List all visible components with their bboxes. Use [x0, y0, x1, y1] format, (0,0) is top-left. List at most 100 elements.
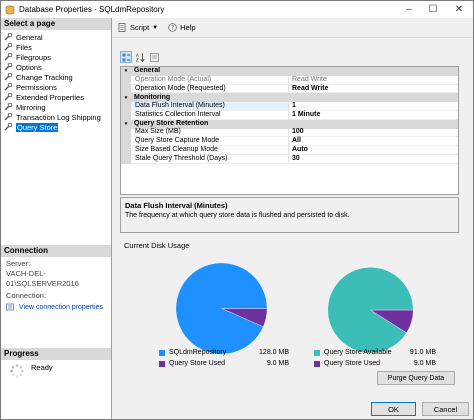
description-text: The frequency at which query store data … — [125, 212, 350, 219]
legend-value: 91.0 MB — [409, 349, 436, 356]
page-wrench-icon — [4, 83, 13, 91]
grid-category-monitoring[interactable]: ▾ Monitoring — [121, 93, 458, 103]
help-button[interactable]: ? Help — [168, 23, 196, 32]
database-icon — [5, 5, 15, 14]
close-button[interactable]: ✕ — [447, 1, 471, 18]
view-connection-properties-link[interactable]: View connection properties — [6, 303, 103, 312]
property-value[interactable]: Read Write — [289, 85, 458, 94]
category-label: Query Store Retention — [134, 120, 209, 128]
progress-spinner-icon — [10, 364, 24, 378]
legend-entry: SQLdmRepository 128.0 MB — [159, 347, 289, 358]
property-value[interactable]: Auto — [289, 146, 458, 155]
property-value[interactable]: 1 — [289, 102, 458, 111]
page-wrench-icon — [4, 43, 13, 51]
script-label: Script — [130, 23, 150, 32]
categorized-button[interactable] — [120, 51, 132, 63]
grid-row[interactable]: Size Based Cleanup Mode Auto — [121, 146, 458, 155]
page-item-files[interactable]: Files — [1, 42, 111, 52]
page-item-label: Files — [16, 42, 32, 52]
legend-label: Query Store Used — [169, 360, 226, 367]
categorized-icon — [122, 53, 130, 61]
page-item-change-tracking[interactable]: Change Tracking — [1, 72, 111, 82]
property-name: Statistics Collection Interval — [131, 111, 289, 120]
page-item-general[interactable]: General — [1, 32, 111, 42]
property-name: Size Based Cleanup Mode — [131, 146, 289, 155]
page-wrench-icon — [4, 93, 13, 101]
toolbar: Script ▼ ? Help — [112, 18, 473, 38]
legend-swatch — [159, 360, 165, 367]
database-properties-window: Database Properties - SQLdmRepository – … — [0, 0, 474, 420]
property-value[interactable]: 100 — [289, 128, 458, 138]
property-value: Read Write — [289, 76, 458, 85]
page-item-label: Extended Properties — [16, 92, 84, 102]
page-item-options[interactable]: Options — [1, 62, 111, 72]
purge-query-data-button[interactable]: Purge Query Data — [377, 371, 455, 385]
page-wrench-icon — [4, 53, 13, 61]
disk-usage-panel: Current Disk Usage SQLdmRepository 128.0 … — [120, 241, 459, 391]
grid-row[interactable]: Query Store Capture Mode All — [121, 137, 458, 147]
page-item-label: Change Tracking — [16, 72, 73, 82]
query-store-legend: Query Store Available 91.0 MB Query Store … — [314, 347, 436, 369]
database-size-legend: SQLdmRepository 128.0 MB Query Store Used 9… — [159, 347, 289, 369]
progress-status: Ready — [31, 363, 53, 372]
page-item-label: Mirroring — [16, 102, 46, 112]
property-value[interactable]: 1 Minute — [289, 111, 458, 120]
page-item-label: Filegroups — [16, 52, 52, 62]
ok-button[interactable]: OK — [371, 402, 416, 416]
connection-properties-icon — [6, 303, 14, 311]
grid-row[interactable]: Statistics Collection Interval 1 Minute — [121, 111, 458, 120]
connection-header: Connection — [1, 245, 111, 257]
page-item-label: Query Store — [16, 122, 59, 132]
grid-row[interactable]: Stale Query Threshold (Days) 30 — [121, 155, 458, 164]
page-item-permissions[interactable]: Permissions — [1, 82, 111, 92]
left-pane: Select a page General Files Filegroups Opti… — [1, 18, 112, 419]
server-value: VACH-DEL-01\SQLSERVER2016 — [6, 269, 79, 288]
page-item-filegroups[interactable]: Filegroups — [1, 52, 111, 62]
page-item-transaction-log-shipping[interactable]: Transaction Log Shipping — [1, 112, 111, 122]
grid-row[interactable]: Operation Mode (Requested) Read Write — [121, 85, 458, 94]
minimize-button[interactable]: – — [397, 1, 421, 18]
row-gutter — [121, 110, 131, 120]
connection-label: Connection: — [6, 291, 47, 300]
pie2-slice-query-store-available — [327, 267, 414, 353]
script-icon — [118, 23, 126, 32]
grid-row[interactable]: Data Flush Interval (Minutes) 1 — [121, 102, 458, 111]
page-wrench-icon — [4, 63, 13, 71]
property-value[interactable]: All — [289, 137, 458, 147]
legend-label: Query Store Used — [324, 360, 381, 367]
script-button[interactable]: Script ▼ — [118, 23, 158, 32]
page-wrench-icon — [4, 123, 13, 131]
script-dropdown-icon[interactable]: ▼ — [152, 25, 158, 31]
page-item-extended-properties[interactable]: Extended Properties — [1, 92, 111, 102]
page-item-mirroring[interactable]: Mirroring — [1, 102, 111, 112]
legend-value: 9.0 MB — [266, 360, 289, 367]
property-pages-icon — [149, 52, 159, 62]
legend-value: 128.0 MB — [259, 349, 289, 356]
property-value[interactable]: 30 — [289, 155, 458, 164]
maximize-button[interactable]: ☐ — [421, 1, 445, 18]
grid-row[interactable]: Max Size (MB) 100 — [121, 128, 458, 138]
grid-category-general[interactable]: ▾ General — [121, 67, 458, 76]
legend-value: 9.0 MB — [413, 360, 436, 367]
page-item-label: Options — [16, 62, 42, 72]
svg-text:Z: Z — [136, 57, 139, 61]
cancel-button[interactable]: Cancel — [422, 402, 469, 416]
legend-label: SQLdmRepository — [169, 349, 227, 356]
grid-category-query-store-retention[interactable]: ▾ Query Store Retention — [121, 119, 458, 129]
title-bar: Database Properties - SQLdmRepository – … — [1, 1, 473, 18]
property-pages-button[interactable] — [148, 51, 160, 63]
database-size-pie-chart — [175, 262, 268, 355]
property-grid-toolbar: A Z — [120, 51, 162, 63]
page-item-label: General — [16, 32, 43, 42]
property-description: Data Flush Interval (Minutes) The freque… — [120, 197, 459, 233]
property-grid: ▾ General Operation Mode (Actual) Read Writ… — [120, 66, 459, 195]
row-gutter — [121, 128, 131, 138]
collapse-icon[interactable]: ▾ — [121, 119, 131, 129]
legend-entry: Query Store Used 9.0 MB — [314, 358, 436, 369]
collapse-icon[interactable]: ▾ — [121, 67, 131, 76]
alphabetical-button[interactable]: A Z — [134, 51, 146, 63]
collapse-icon[interactable]: ▾ — [121, 93, 131, 103]
page-wrench-icon — [4, 73, 13, 81]
grid-row[interactable]: Operation Mode (Actual) Read Write — [121, 76, 458, 85]
page-item-query-store[interactable]: Query Store — [1, 122, 111, 132]
